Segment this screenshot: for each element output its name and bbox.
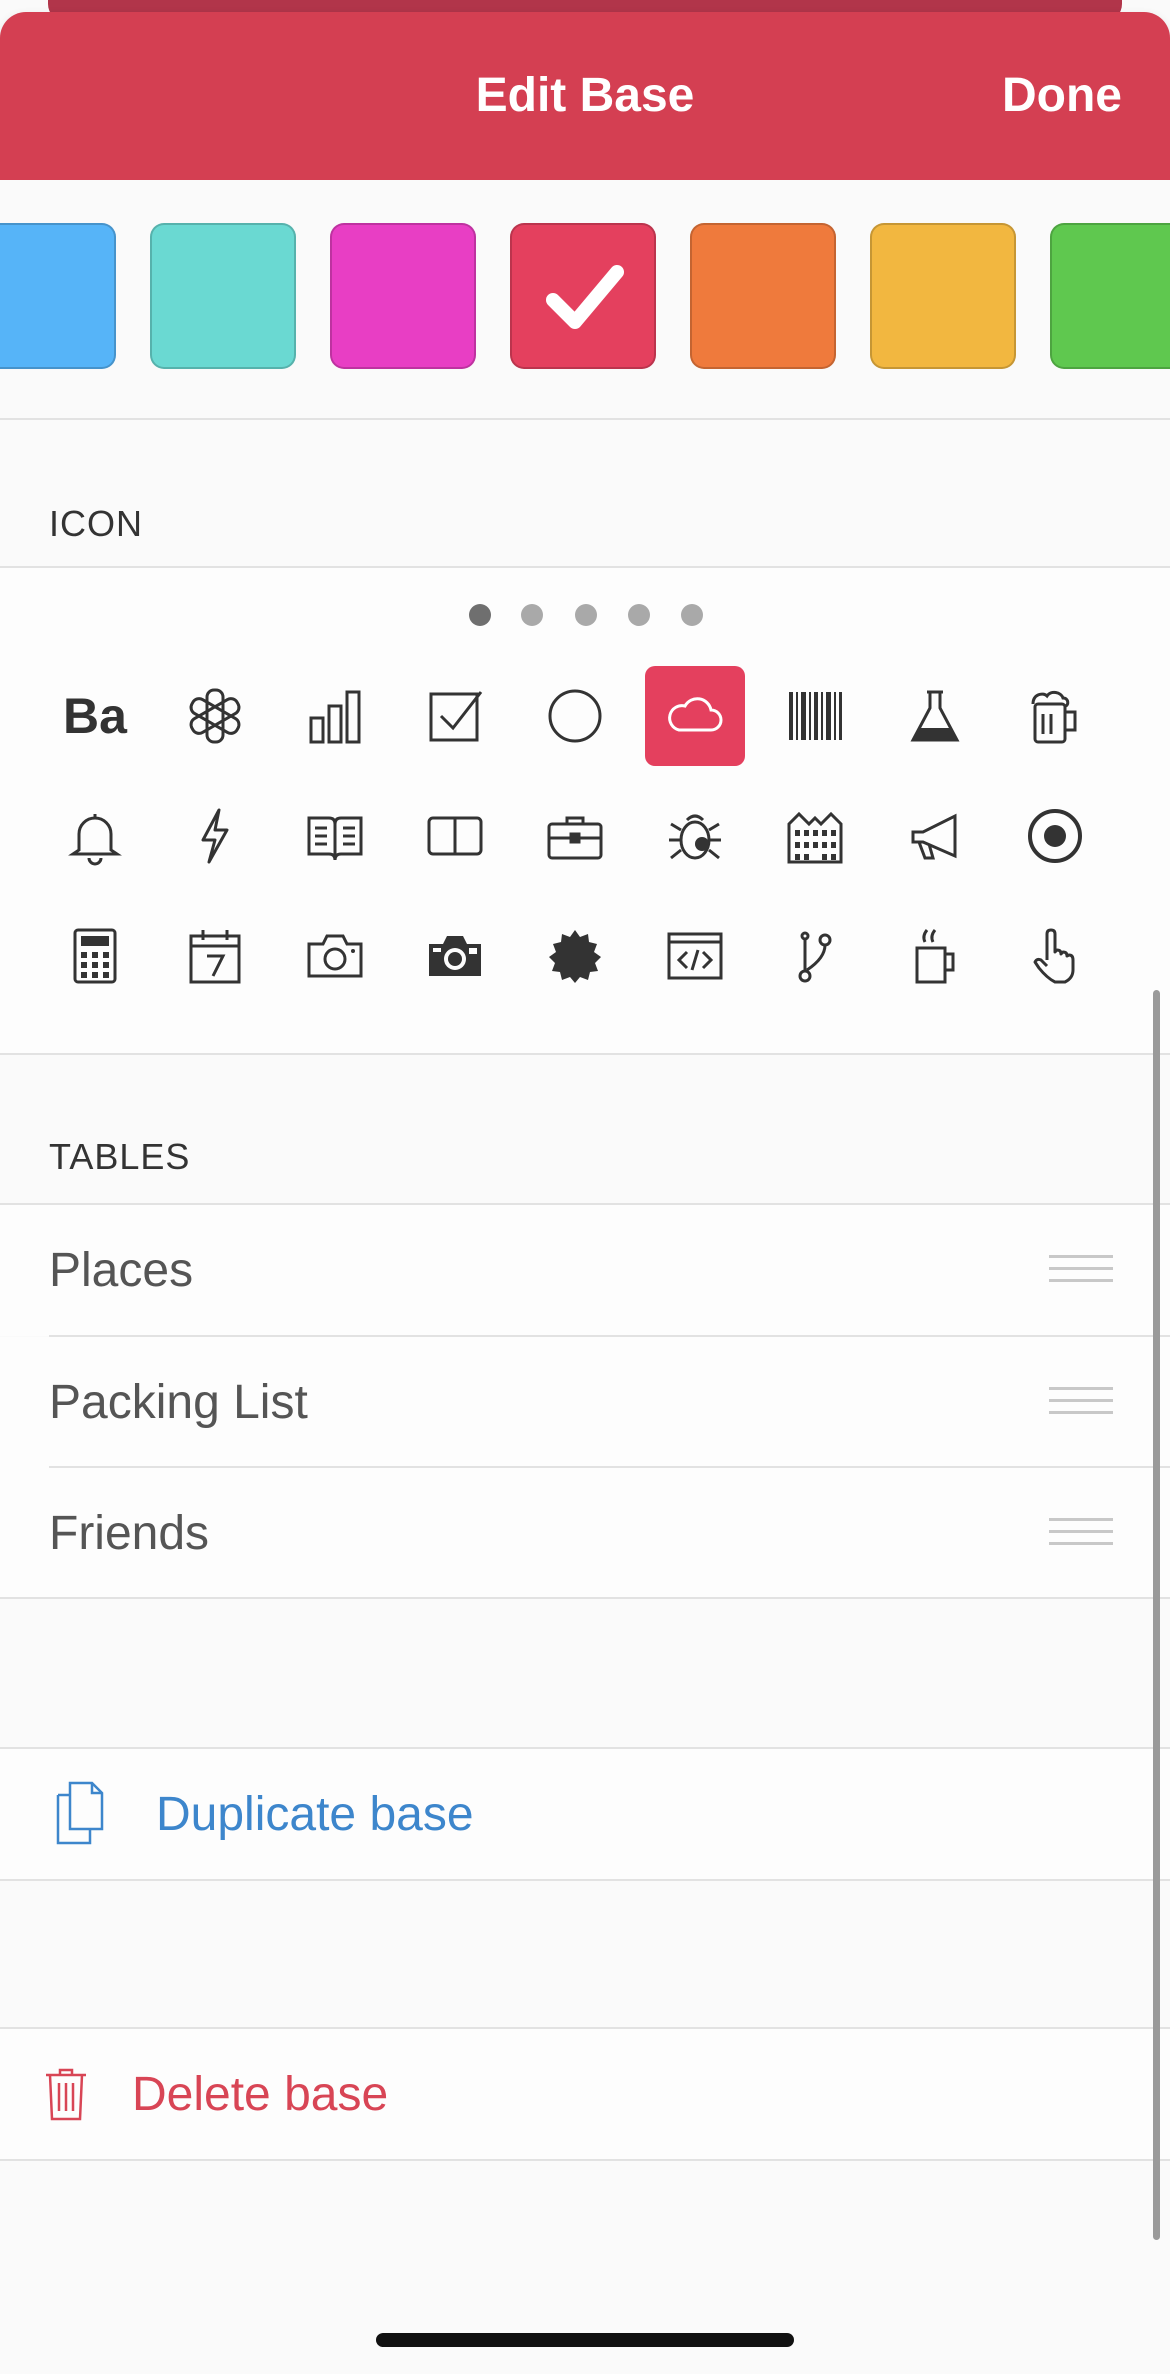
bell-icon[interactable] [45, 786, 145, 886]
mug-icon[interactable] [885, 906, 985, 1006]
badge-icon[interactable] [525, 906, 625, 1006]
color-picker [0, 180, 1170, 420]
briefcase-icon[interactable] [525, 786, 625, 886]
page-dot-4[interactable] [628, 604, 650, 626]
book-icon[interactable] [405, 786, 505, 886]
color-swatch-pink[interactable] [330, 223, 476, 369]
delete-base-button[interactable]: Delete base [0, 2027, 1170, 2161]
table-row[interactable]: Places [0, 1205, 1170, 1336]
circle-icon[interactable] [525, 666, 625, 766]
checkbox-icon[interactable] [405, 666, 505, 766]
table-name: Friends [49, 1507, 210, 1560]
drag-handle-icon[interactable] [1049, 1387, 1113, 1421]
hand-pointer-icon[interactable] [1005, 906, 1105, 1006]
color-swatch-blue[interactable] [0, 223, 116, 369]
megaphone-icon[interactable] [885, 786, 985, 886]
scrollbar[interactable] [1153, 990, 1160, 2240]
page-dot-5[interactable] [681, 604, 703, 626]
tables-section-label: TABLES [49, 1136, 191, 1177]
ba-icon[interactable]: Ba [45, 666, 145, 766]
duplicate-base-label: Duplicate base [156, 1788, 474, 1841]
camera-retro-icon[interactable] [405, 906, 505, 1006]
checkmark-icon [546, 265, 624, 329]
camera-icon[interactable] [285, 906, 385, 1006]
drag-handle-icon[interactable] [1049, 1255, 1113, 1289]
icon-section-label: ICON [49, 503, 143, 544]
duplicate-base-button[interactable]: Duplicate base [0, 1747, 1170, 1881]
delete-base-label: Delete base [132, 2068, 389, 2121]
calculator-icon[interactable] [45, 906, 145, 1006]
flask-icon[interactable] [885, 666, 985, 766]
color-swatch-green[interactable] [1050, 223, 1170, 369]
home-indicator[interactable] [376, 2333, 794, 2347]
page-title: Edit Base [475, 69, 695, 122]
page-dot-2[interactable] [521, 604, 543, 626]
branch-icon[interactable] [765, 906, 865, 1006]
code-window-icon[interactable] [645, 906, 745, 1006]
divider [0, 1597, 1170, 1599]
table-name: Places [49, 1244, 194, 1297]
page-dot-3[interactable] [575, 604, 597, 626]
done-button[interactable]: Done [1002, 68, 1122, 123]
drag-handle-icon[interactable] [1049, 1518, 1113, 1552]
calendar-icon[interactable] [165, 906, 265, 1006]
asterisk-icon[interactable] [165, 666, 265, 766]
table-row[interactable]: Friends [0, 1468, 1170, 1599]
target-icon[interactable] [1005, 786, 1105, 886]
table-name: Packing List [49, 1376, 308, 1429]
beer-icon[interactable] [1005, 666, 1105, 766]
page-dot-1[interactable] [469, 604, 491, 626]
bar-chart-icon[interactable] [285, 666, 385, 766]
building-icon[interactable] [765, 786, 865, 886]
color-swatch-red[interactable] [510, 223, 656, 369]
duplicate-icon [56, 1781, 104, 1845]
barcode-icon[interactable] [765, 666, 865, 766]
color-swatch-teal[interactable] [150, 223, 296, 369]
header-bar: Edit Base Done [0, 12, 1170, 180]
color-swatch-orange[interactable] [690, 223, 836, 369]
trash-icon [46, 2068, 86, 2121]
table-row[interactable]: Packing List [0, 1337, 1170, 1468]
bolt-icon[interactable] [165, 786, 265, 886]
color-swatch-yellow[interactable] [870, 223, 1016, 369]
cloud-icon[interactable] [645, 666, 745, 766]
divider [0, 1053, 1170, 1055]
icon-picker: Ba [0, 568, 1170, 1054]
book-open-icon[interactable] [285, 786, 385, 886]
ba-icon-label: Ba [63, 688, 127, 744]
bug-icon[interactable] [645, 786, 745, 886]
